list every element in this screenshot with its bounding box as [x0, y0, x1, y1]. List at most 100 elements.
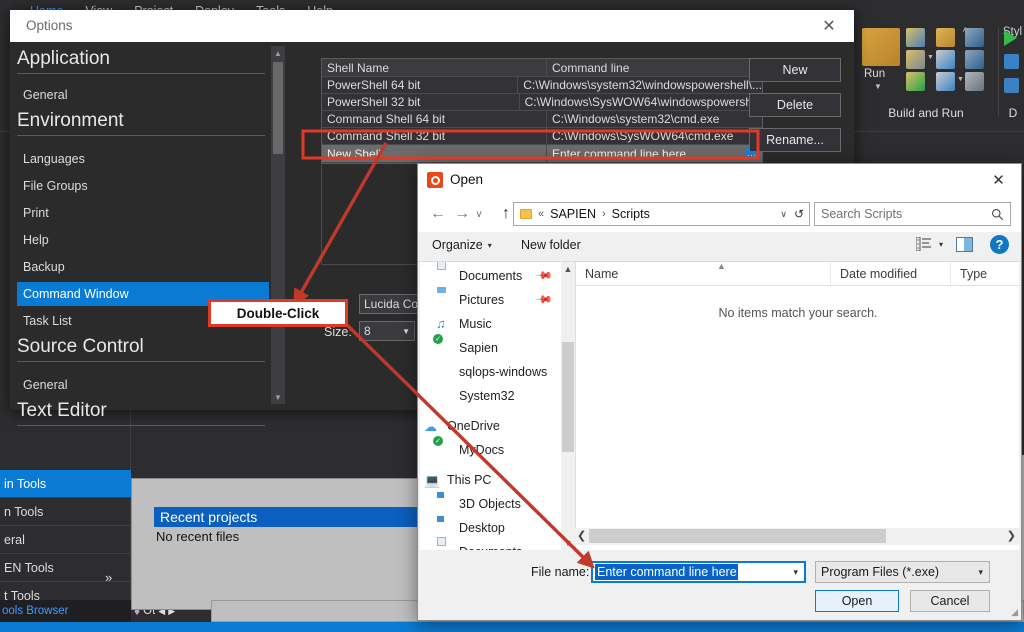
nav-item-general-source-control[interactable]: General [17, 373, 269, 397]
dialog-toolbar[interactable]: Organize ▾ New folder ▾ ? [418, 232, 1021, 262]
pin-icon[interactable]: 📌 [535, 266, 554, 285]
file-name-value[interactable]: Enter command line here [595, 564, 738, 580]
shell-table[interactable]: Shell Name Command line PowerShell 64 bi… [321, 58, 763, 164]
ribbon-group-build-and-run[interactable]: Run ▼ ▼ ▼ Build and Run [856, 24, 996, 124]
file-name-input[interactable]: Enter command line here ▾ [591, 561, 806, 583]
nav-pane-item-sapien[interactable]: ✓ Sapien [420, 333, 561, 359]
nav-pane-item-documents[interactable]: Documents 📌 [420, 264, 561, 287]
cell-command-line[interactable]: Enter command line here [547, 145, 762, 162]
help-icon[interactable]: ? [990, 235, 1009, 254]
scroll-left-icon[interactable]: ❮ [577, 529, 586, 542]
view-list-icon[interactable] [915, 237, 931, 251]
breadcrumb-overflow[interactable]: « [538, 208, 544, 220]
installer-edit-icon[interactable] [965, 50, 984, 69]
search-box[interactable]: Search Scripts [814, 202, 1011, 226]
run-dropdown-caret-icon[interactable]: ▼ [874, 82, 882, 91]
scroll-up-icon[interactable]: ▲ [271, 46, 285, 60]
file-list-header[interactable]: Name Date modified Type ▲ [576, 261, 1020, 286]
breadcrumb-item-sapien[interactable]: SAPIEN [550, 207, 596, 221]
file-list-horizontal-scrollbar[interactable]: ❮ ❯ [575, 528, 1019, 545]
nav-pane-item-mydocs[interactable]: ✓ MyDocs [420, 435, 561, 461]
new-button[interactable]: New [749, 58, 841, 82]
view-mode-button[interactable]: ▾ [915, 237, 943, 251]
open-button[interactable]: Open [815, 590, 899, 612]
search-icon[interactable] [991, 208, 1004, 221]
nav-pane-item-3d-objects[interactable]: 3D Objects [420, 492, 561, 515]
new-folder-button[interactable]: New folder [521, 238, 581, 252]
nav-pane-item-this-pc[interactable]: 💻 This PC [420, 468, 561, 491]
table-row[interactable]: Command Shell 32 bit C:\Windows\SysWOW64… [322, 128, 762, 145]
chevron-down-icon[interactable]: ▾ [939, 240, 943, 249]
nav-pane-item-onedrive[interactable]: ☁ OneDrive [420, 414, 561, 437]
chevron-down-icon[interactable]: ∨ [780, 209, 787, 220]
scroll-right-icon[interactable]: ❯ [1007, 529, 1016, 542]
installer-icon[interactable] [936, 50, 955, 69]
chevron-down-icon[interactable]: ▾ [488, 241, 492, 250]
refresh-icon[interactable]: ↺ [794, 207, 804, 221]
nav-pane-item-music[interactable]: ♫ Music [420, 312, 561, 335]
scrollbar-thumb[interactable] [562, 342, 574, 452]
build-icon[interactable] [906, 28, 925, 47]
tab-tools-browser[interactable]: ools Browser [0, 600, 131, 622]
nav-pane-scrollbar[interactable]: ▲ ▼ [561, 262, 575, 550]
column-header-name[interactable]: Name [576, 262, 831, 285]
column-header-date-modified[interactable]: Date modified [831, 262, 951, 285]
table-row[interactable]: Command Shell 64 bit C:\Windows\system32… [322, 111, 762, 128]
package-dropdown-caret-icon[interactable]: ▼ [957, 76, 964, 83]
recent-locations-icon[interactable]: ∨ [472, 202, 486, 226]
nav-pane-item-system32[interactable]: System32 [420, 384, 561, 407]
organize-button[interactable]: Organize ▾ [432, 238, 492, 252]
scroll-up-icon[interactable]: ▲ [561, 262, 575, 276]
nav-item-languages[interactable]: Languages [17, 147, 269, 171]
nav-item-file-groups[interactable]: File Groups [17, 174, 269, 198]
close-icon[interactable]: ✕ [976, 164, 1021, 195]
delete-button[interactable]: Delete [749, 93, 841, 117]
table-row[interactable]: PowerShell 64 bit C:\Windows\system32\wi… [322, 77, 762, 94]
forward-icon[interactable]: → [450, 202, 474, 226]
ribbon-group-debug[interactable]: D [1002, 24, 1024, 124]
nav-item-help[interactable]: Help [17, 228, 269, 252]
build-dropdown-caret-icon[interactable]: ▼ [927, 54, 934, 61]
file-list[interactable]: Name Date modified Type ▲ No items match… [575, 261, 1020, 550]
preview-pane-icon[interactable] [956, 237, 973, 252]
run-big-icon[interactable] [862, 28, 900, 66]
rename-button[interactable]: Rename... [749, 128, 841, 152]
pin-icon[interactable]: 📌 [535, 290, 554, 309]
settings-wrench-icon[interactable] [965, 72, 984, 91]
debug-stop-icon[interactable] [1004, 54, 1019, 69]
nav-item-general-application[interactable]: General [17, 83, 269, 107]
breadcrumb[interactable]: « SAPIEN › Scripts [538, 207, 650, 221]
search-input[interactable]: Search Scripts [821, 207, 902, 221]
tool-category-1[interactable]: n Tools [0, 498, 131, 526]
scroll-down-icon[interactable]: ▼ [271, 390, 285, 404]
nav-item-backup[interactable]: Backup [17, 255, 269, 279]
address-bar[interactable]: « SAPIEN › Scripts ∨ ↺ [513, 202, 810, 226]
build-verify-icon[interactable] [906, 72, 925, 91]
chevron-down-icon[interactable]: ▼ [402, 327, 410, 336]
debug-pause-icon[interactable] [1004, 78, 1019, 93]
options-nav-scrollbar[interactable]: ▲ ▼ [271, 46, 285, 404]
tool-panel-overflow-icon[interactable]: » [105, 570, 112, 585]
file-type-filter-select[interactable]: Program Files (*.exe) ▾ [815, 561, 990, 583]
chevron-down-icon[interactable]: ▾ [793, 567, 798, 578]
cancel-button[interactable]: Cancel [910, 590, 990, 612]
nav-pane-item-sqlops-windows[interactable]: sqlops-windows [420, 360, 561, 383]
table-row[interactable]: PowerShell 32 bit C:\Windows\SysWOW64\wi… [322, 94, 762, 111]
deploy-doc-icon[interactable] [936, 72, 955, 91]
navigation-pane[interactable]: Documents 📌 Pictures 📌 ♫ Music ✓ Sapien … [420, 262, 575, 550]
table-row-new-shell[interactable]: New Shell Enter command line here ... [322, 145, 762, 163]
open-file-dialog[interactable]: Open ✕ ← → ∨ ↑ « SAPIEN › Scripts ∨ ↺ Se… [417, 163, 1022, 621]
debug-start-icon[interactable] [1004, 30, 1017, 46]
build-all-icon[interactable] [906, 50, 925, 69]
nav-pane-item-pictures[interactable]: Pictures 📌 [420, 288, 561, 311]
font-size-select[interactable]: 8 ▼ [359, 321, 415, 341]
nav-item-print[interactable]: Print [17, 201, 269, 225]
tool-category-2[interactable]: eral [0, 526, 131, 554]
resize-grip-icon[interactable]: ◢ [1011, 607, 1018, 618]
tool-browser-panel[interactable]: ▼ in Tools n Tools eral EN Tools t Tools [0, 410, 131, 632]
nav-pane-item-documents-pc[interactable]: Documents [420, 540, 561, 551]
close-icon[interactable]: ✕ [812, 14, 846, 38]
chevron-down-icon[interactable]: ▾ [978, 567, 983, 578]
options-navigation-list[interactable]: Application General Environment Language… [13, 46, 269, 426]
installer-create-icon[interactable] [965, 28, 984, 47]
